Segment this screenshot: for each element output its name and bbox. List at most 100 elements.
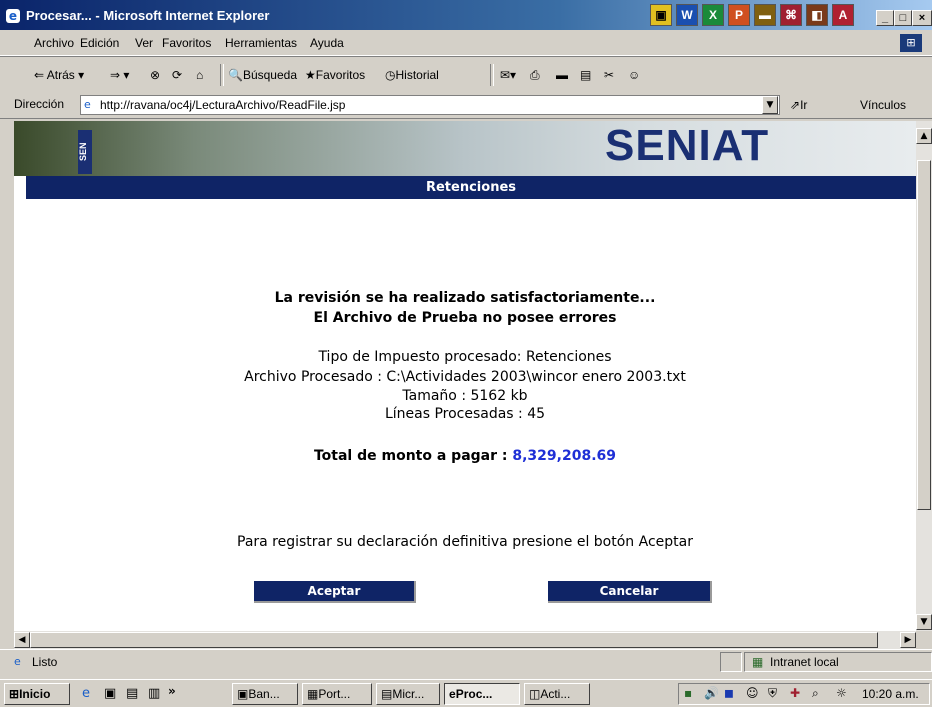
links-button[interactable]: Vínculos (860, 98, 906, 112)
display-icon[interactable]: ◼ (724, 686, 734, 700)
contacts-icon[interactable]: ☺ (628, 68, 640, 82)
forward-button[interactable]: ⇒ ▾ (110, 68, 129, 82)
instruction-text: Para registrar su declaración definitiva… (237, 534, 693, 550)
menu-favoritos[interactable]: Favoritos (162, 36, 211, 50)
task-micr-label: Micr... (392, 687, 425, 701)
search-tray-icon[interactable]: ⌕ (812, 686, 819, 701)
menu-herramientas[interactable]: Herramientas (225, 36, 297, 50)
total-value: 8,329,208.69 (512, 448, 617, 464)
favorites-label: Favoritos (315, 68, 366, 82)
horizontal-scroll-thumb[interactable] (30, 632, 878, 648)
word-icon[interactable]: W (676, 4, 698, 26)
processed-file: Archivo Procesado : C:\Actividades 2003\… (244, 369, 686, 385)
start-button[interactable]: ⊞Inicio (4, 683, 70, 705)
go-button[interactable]: ⇗Ir (790, 98, 807, 112)
task-ban-label: Ban... (248, 687, 280, 701)
antivirus-icon[interactable]: ✚ (790, 686, 800, 700)
menu-ver[interactable]: Ver (135, 36, 153, 50)
volume-icon[interactable]: 🔊 (704, 686, 719, 700)
back-label: Atrás (46, 68, 75, 82)
quicklaunch-desktop-icon[interactable]: ▤ (126, 686, 138, 701)
accept-button[interactable]: Aceptar (254, 581, 416, 603)
total-label: Total de monto a pagar : (313, 448, 508, 464)
address-dropdown-button[interactable]: ▼ (762, 96, 778, 114)
menu-archivo[interactable]: Archivo (34, 36, 74, 50)
task-acti-label: Acti... (540, 687, 571, 701)
quicklaunch-more-icon[interactable]: » (168, 684, 176, 698)
task-proc[interactable]: eProc... (444, 683, 520, 705)
refresh-icon[interactable]: ⟳ (172, 68, 182, 82)
task-port[interactable]: ▦Port... (302, 683, 372, 705)
favorites-button[interactable]: ★Favoritos (305, 68, 365, 82)
quicklaunch-ie-icon[interactable]: e (82, 686, 90, 701)
messenger-icon[interactable]: ✂ (604, 68, 614, 82)
scroll-right-icon[interactable]: ▶ (900, 632, 916, 648)
acrobat-icon[interactable]: ⌘ (780, 4, 802, 26)
shield-icon[interactable]: ⛨ (768, 686, 777, 701)
pdf-icon[interactable]: A (832, 4, 854, 26)
address-url: http://ravana/oc4j/LecturaArchivo/ReadFi… (100, 98, 346, 112)
menu-ayuda[interactable]: Ayuda (310, 36, 344, 50)
quicklaunch-explorer-icon[interactable]: ▣ (104, 686, 116, 701)
vertical-scroll-thumb[interactable] (917, 160, 931, 510)
go-label: Ir (800, 98, 808, 112)
ie-icon: e (6, 9, 20, 23)
tax-type: Tipo de Impuesto procesado: Retenciones (318, 349, 612, 365)
menu-edicion[interactable]: Edición (80, 36, 119, 50)
history-label: Historial (395, 68, 439, 82)
task-proc-label: Proc... (455, 687, 493, 701)
maximize-button[interactable]: □ (894, 10, 912, 26)
total-line: Total de monto a pagar : 8,329,208.69 (14, 448, 916, 464)
clock: 10:20 a.m. (862, 687, 919, 701)
status-pane (720, 652, 742, 672)
back-button[interactable]: ⇐ Atrás ▾ (34, 68, 84, 82)
security-zone: Intranet local (770, 655, 839, 669)
intranet-icon: ▦ (752, 655, 764, 669)
discuss-icon[interactable]: ▤ (580, 68, 591, 82)
close-button[interactable]: × (912, 10, 932, 26)
task-port-label: Port... (318, 687, 351, 701)
scroll-down-icon[interactable]: ▼ (916, 614, 932, 630)
office-app-icon[interactable]: ▣ (650, 4, 672, 26)
access-icon[interactable]: ▬ (754, 4, 776, 26)
search-label: Búsqueda (242, 68, 297, 82)
search-button[interactable]: 🔍Búsqueda (228, 68, 297, 82)
file-size: Tamaño : 5162 kb (402, 388, 528, 404)
window-title: Procesar... - Microsoft Internet Explore… (26, 8, 270, 23)
task-acti[interactable]: ◫Acti... (524, 683, 590, 705)
toolbar-separator (490, 64, 494, 86)
edit-icon[interactable]: ▬ (556, 68, 568, 82)
network-icon[interactable]: ▪ (684, 686, 692, 700)
scroll-left-icon[interactable]: ◀ (14, 632, 30, 648)
task-ban[interactable]: ▣Ban... (232, 683, 298, 705)
toolbar-separator (220, 64, 224, 86)
status-text: Listo (32, 655, 58, 669)
windows-logo-icon: ⊞ (900, 34, 922, 52)
cancel-button[interactable]: Cancelar (548, 581, 712, 603)
history-button[interactable]: ◷Historial (385, 68, 439, 82)
quicklaunch-app-icon[interactable]: ▥ (148, 686, 160, 701)
status-ie-icon: e (14, 655, 21, 668)
lines-processed: Líneas Procesadas : 45 (384, 406, 546, 422)
outlook-icon[interactable]: ◧ (806, 4, 828, 26)
minimize-button[interactable]: _ (876, 10, 894, 26)
tray-app-icon[interactable]: ☼ (836, 686, 847, 700)
start-label: Inicio (19, 687, 51, 701)
print-icon[interactable]: ⎙ (530, 68, 540, 83)
home-icon[interactable]: ⌂ (196, 68, 203, 82)
task-micr[interactable]: ▤Micr... (376, 683, 440, 705)
no-errors-message: El Archivo de Prueba no posee errores (313, 310, 617, 326)
powerpoint-icon[interactable]: P (728, 4, 750, 26)
seniat-logo: SENIAT (605, 121, 770, 170)
messenger-tray-icon[interactable]: ☺ (746, 686, 759, 700)
address-label: Dirección (14, 97, 65, 111)
stop-icon[interactable]: ⊗ (150, 68, 160, 82)
page-title: Retenciones (425, 180, 517, 195)
seniat-banner (14, 121, 916, 176)
scroll-up-icon[interactable]: ▲ (916, 128, 932, 144)
excel-icon[interactable]: X (702, 4, 724, 26)
page-icon: e (84, 98, 91, 111)
success-message: La revisión se ha realizado satisfactori… (274, 290, 656, 306)
banner-side-text: SEN (78, 130, 92, 174)
mail-icon[interactable]: ✉▾ (500, 68, 516, 82)
